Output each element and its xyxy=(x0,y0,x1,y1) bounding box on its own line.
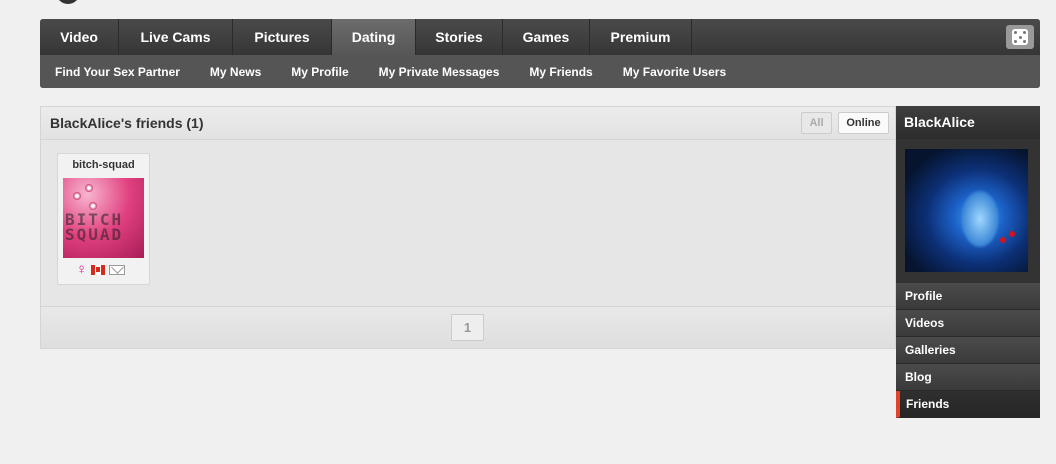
panel-header: BlackAlice's friends (1) All Online xyxy=(41,107,895,140)
sub-find-sex-partner[interactable]: Find Your Sex Partner xyxy=(55,65,180,79)
friend-card[interactable]: bitch-squad BITCH SQUAD ♀ xyxy=(57,153,150,285)
primary-tabs: Video Live Cams Pictures Dating Stories … xyxy=(40,19,1040,55)
random-button[interactable] xyxy=(1006,25,1034,49)
female-icon: ♀ xyxy=(76,261,88,278)
tab-pictures[interactable]: Pictures xyxy=(233,19,332,55)
sub-my-news[interactable]: My News xyxy=(210,65,261,79)
sub-my-private-messages[interactable]: My Private Messages xyxy=(379,65,500,79)
main-navigation: Video Live Cams Pictures Dating Stories … xyxy=(40,19,1040,88)
sidebar-item-friends[interactable]: Friends xyxy=(896,391,1040,418)
tab-games[interactable]: Games xyxy=(503,19,590,55)
profile-avatar[interactable] xyxy=(905,149,1028,272)
page-1-button[interactable]: 1 xyxy=(451,314,484,341)
secondary-navigation: Find Your Sex Partner My News My Profile… xyxy=(40,55,1040,88)
sidebar-item-blog[interactable]: Blog xyxy=(896,364,1040,391)
tab-dating[interactable]: Dating xyxy=(332,19,416,55)
avatar-logo-text: BITCH SQUAD xyxy=(65,210,124,244)
sub-my-friends[interactable]: My Friends xyxy=(529,65,592,79)
sidebar-menu: Profile Videos Galleries Blog Friends xyxy=(896,283,1040,418)
friend-username[interactable]: bitch-squad xyxy=(58,159,149,171)
friends-panel: BlackAlice's friends (1) All Online bitc… xyxy=(40,106,896,349)
tab-video[interactable]: Video xyxy=(40,19,119,55)
pagination-bar: 1 xyxy=(41,306,895,348)
canada-flag-icon xyxy=(91,265,106,275)
friend-avatar[interactable]: BITCH SQUAD xyxy=(63,178,144,258)
filter-all-button[interactable]: All xyxy=(801,112,832,134)
profile-sidebar: BlackAlice Profile Videos Galleries Blog… xyxy=(896,106,1040,418)
sidebar-item-profile[interactable]: Profile xyxy=(896,283,1040,310)
tab-live-cams[interactable]: Live Cams xyxy=(119,19,233,55)
filter-online-button[interactable]: Online xyxy=(838,112,889,134)
page-title: BlackAlice's friends (1) xyxy=(50,115,204,131)
dice-icon xyxy=(1012,29,1028,45)
sidebar-item-galleries[interactable]: Galleries xyxy=(896,337,1040,364)
tab-stories[interactable]: Stories xyxy=(416,19,503,55)
tab-premium[interactable]: Premium xyxy=(590,19,692,55)
sidebar-item-videos[interactable]: Videos xyxy=(896,310,1040,337)
sidebar-username: BlackAlice xyxy=(896,106,1040,139)
sub-my-profile[interactable]: My Profile xyxy=(291,65,348,79)
sub-my-favorite-users[interactable]: My Favorite Users xyxy=(623,65,726,79)
friend-icons: ♀ xyxy=(76,261,126,278)
site-logo-fragment xyxy=(56,0,80,4)
mail-icon[interactable] xyxy=(109,265,126,275)
